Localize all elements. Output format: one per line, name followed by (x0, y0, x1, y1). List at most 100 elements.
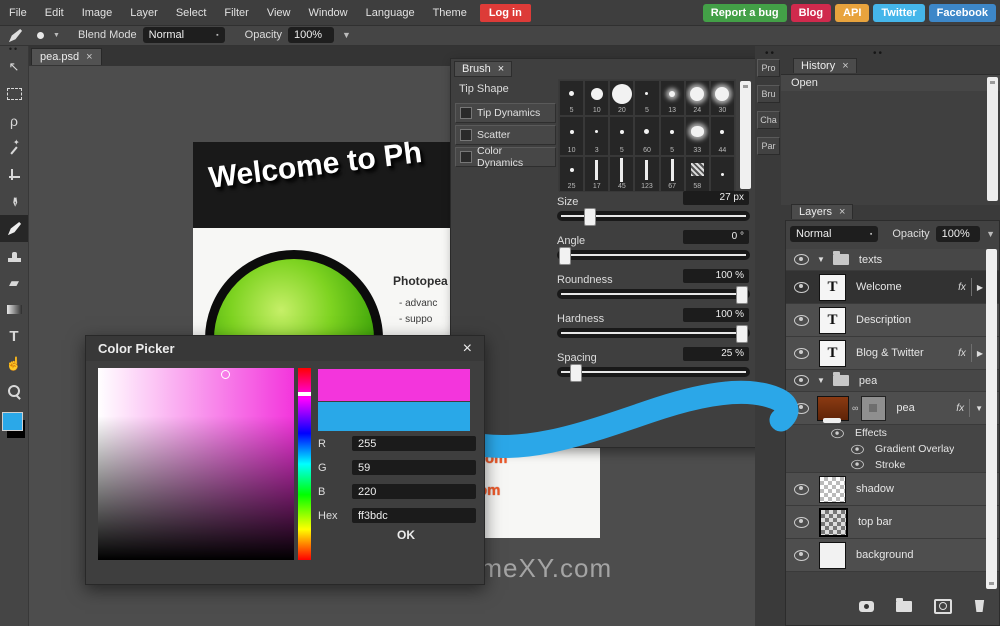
gradient-tool[interactable] (0, 296, 28, 323)
close-icon[interactable]: × (839, 206, 845, 218)
chevron-down-icon[interactable]: ▼ (817, 376, 825, 385)
slider-thumb[interactable] (558, 247, 571, 265)
spacing-value[interactable]: 25 % (683, 347, 749, 361)
layer-row[interactable]: ∞ pea fx ▼ (786, 392, 999, 425)
section-color-dynamics[interactable]: Color Dynamics (455, 145, 556, 169)
brush-preset[interactable]: 5 (559, 80, 585, 116)
hex-field[interactable] (352, 508, 476, 523)
magic-wand-tool[interactable] (0, 134, 28, 161)
api-button[interactable]: API (835, 3, 870, 22)
visibility-eye-icon[interactable] (794, 314, 809, 326)
layer-row[interactable]: T Description (786, 304, 999, 337)
menu-item-edit[interactable]: Edit (36, 7, 73, 19)
brush-preset[interactable]: 30 (709, 80, 735, 116)
menu-item-layer[interactable]: Layer (121, 7, 167, 19)
chevron-right-icon[interactable]: ▶ (977, 349, 983, 358)
facebook-button[interactable]: Facebook (928, 3, 996, 22)
history-panel-tab[interactable]: History × (793, 58, 857, 73)
close-icon[interactable]: × (86, 51, 92, 63)
move-tool[interactable]: ↖ (0, 53, 28, 80)
brush-tool[interactable] (0, 215, 28, 242)
hardness-value[interactable]: 100 % (683, 308, 749, 322)
brush-panel-tab[interactable]: Brush × (454, 61, 513, 77)
layer-row[interactable]: T Welcome fx ▶ (786, 271, 999, 304)
visibility-eye-icon[interactable] (794, 516, 809, 528)
panel-drag-handle[interactable]: •• (765, 48, 776, 59)
panel-drag-handle[interactable]: •• (0, 45, 28, 54)
visibility-eye-icon[interactable] (851, 444, 864, 454)
layer-group-row[interactable]: ▼ pea (786, 370, 999, 392)
layer-group-row[interactable]: ▼ texts (786, 249, 999, 271)
foreground-color-swatch[interactable] (2, 412, 23, 431)
crop-tool[interactable] (0, 161, 28, 188)
report-bug-button[interactable]: Report a bug (702, 3, 787, 22)
visibility-eye-icon[interactable] (794, 483, 809, 495)
menu-item-file[interactable]: File (0, 7, 36, 19)
slider-thumb[interactable] (583, 208, 596, 226)
eraser-tool[interactable]: ▰ (0, 269, 28, 296)
effect-row[interactable]: Stroke (786, 457, 999, 473)
effect-row[interactable]: Gradient Overlay (786, 441, 999, 457)
visibility-eye-icon[interactable] (794, 402, 809, 414)
brush-preset[interactable]: 10 (559, 116, 585, 156)
size-value[interactable]: 27 px (683, 191, 749, 205)
zoom-tool[interactable] (0, 377, 28, 404)
brush-preset[interactable]: 60 (634, 116, 660, 156)
visibility-eye-icon[interactable] (794, 347, 809, 359)
hue-slider[interactable] (298, 368, 311, 560)
brush-preset[interactable]: 17 (584, 156, 610, 192)
brush-preset-preview[interactable]: ▼ (37, 31, 60, 39)
section-scatter[interactable]: Scatter (455, 125, 556, 145)
roundness-slider[interactable] (557, 286, 750, 304)
history-scrollbar[interactable] (987, 77, 998, 201)
brush-preset[interactable]: 25 (559, 156, 585, 192)
menu-item-view[interactable]: View (258, 7, 300, 19)
close-icon[interactable]: × (842, 60, 848, 72)
layer-row[interactable]: T Blog & Twitter fx ▶ (786, 337, 999, 370)
hand-tool[interactable]: ☝ (0, 350, 28, 377)
brush-preset[interactable]: 20 (609, 80, 635, 116)
rectangle-select-tool[interactable] (0, 80, 28, 107)
menu-item-theme[interactable]: Theme (424, 7, 476, 19)
chevron-down-icon[interactable]: ▼ (986, 229, 995, 239)
mini-tab-brush[interactable]: Bru (757, 85, 780, 103)
mini-tab-paragraph[interactable]: Par (757, 137, 780, 155)
login-button[interactable]: Log in (479, 3, 531, 22)
eyedropper-tool[interactable]: ✒ (0, 188, 28, 215)
brush-preset[interactable]: 33 (684, 116, 710, 156)
layers-scrollbar[interactable] (986, 249, 997, 589)
type-tool[interactable]: T (0, 323, 28, 350)
brush-preset[interactable]: 5 (659, 116, 685, 156)
chevron-down-icon[interactable]: ▼ (817, 255, 825, 264)
section-tip-shape[interactable]: Tip Shape (459, 83, 509, 95)
checkbox-icon[interactable] (460, 107, 472, 119)
visibility-eye-icon[interactable] (851, 459, 864, 470)
checkbox-icon[interactable] (460, 129, 472, 141)
clone-stamp-tool[interactable] (0, 242, 28, 269)
blue-field[interactable] (352, 484, 476, 499)
visibility-eye-icon[interactable] (794, 254, 809, 265)
brush-preset[interactable]: 44 (709, 116, 735, 156)
blog-button[interactable]: Blog (790, 3, 832, 22)
size-slider[interactable] (557, 208, 750, 226)
chevron-down-icon[interactable]: ▼ (342, 30, 351, 40)
menu-item-window[interactable]: Window (300, 7, 357, 19)
mini-tab-channels[interactable]: Cha (757, 111, 780, 129)
delete-layer-icon[interactable] (974, 600, 985, 612)
visibility-eye-icon[interactable] (794, 281, 809, 293)
history-entry[interactable]: Open (781, 75, 1000, 91)
green-field[interactable] (352, 460, 476, 475)
brush-preset[interactable]: 3 (584, 116, 610, 156)
layer-blend-mode-select[interactable]: Normal ▪ (790, 226, 879, 242)
visibility-eye-icon[interactable] (831, 428, 844, 438)
color-picker-titlebar[interactable]: Color Picker × (86, 336, 484, 361)
layer-opacity-select[interactable]: 100% (935, 226, 981, 242)
visibility-eye-icon[interactable] (794, 375, 809, 386)
menu-item-select[interactable]: Select (167, 7, 216, 19)
brush-preset[interactable]: 13 (659, 80, 685, 116)
red-field[interactable] (352, 436, 476, 451)
close-icon[interactable]: × (498, 63, 504, 75)
color-indicator[interactable] (221, 370, 231, 379)
hardness-slider[interactable] (557, 325, 750, 343)
twitter-button[interactable]: Twitter (873, 3, 925, 22)
